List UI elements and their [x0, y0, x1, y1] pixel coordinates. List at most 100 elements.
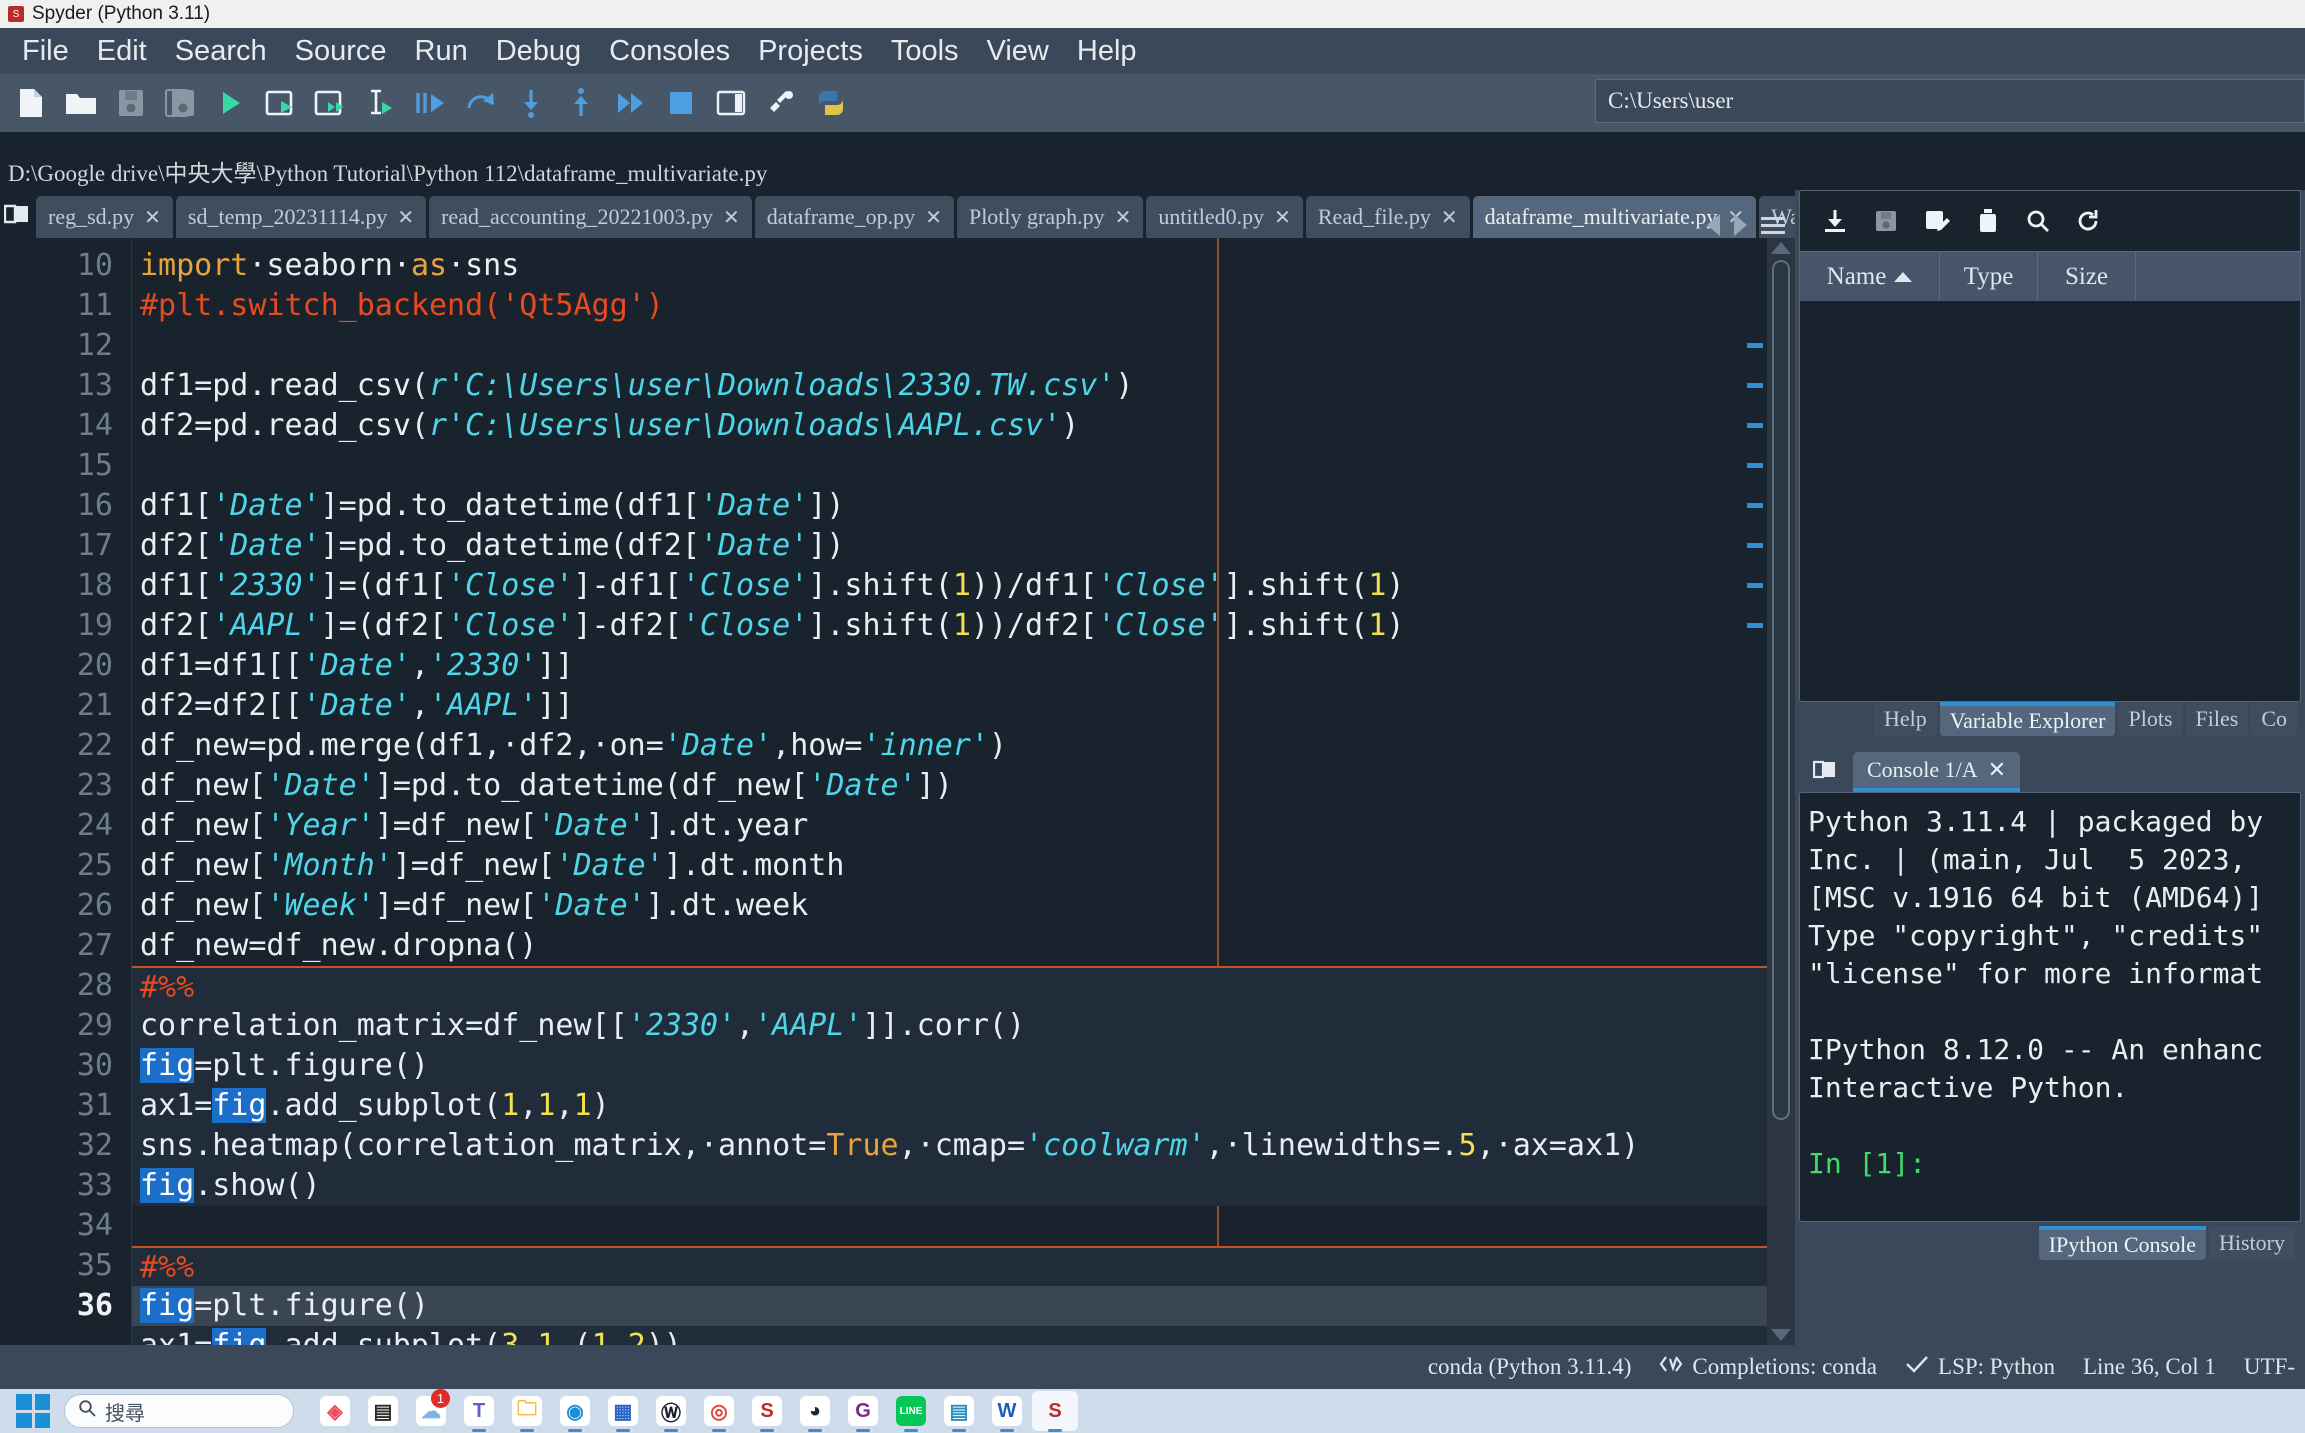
step-return-icon[interactable] — [558, 80, 604, 126]
code-line[interactable]: df1=pd.read_csv(r'C:\Users\user\Download… — [132, 366, 1795, 406]
code-line[interactable]: correlation_matrix=df_new[['2330','AAPL'… — [132, 1006, 1795, 1046]
code-line[interactable]: df_new['Month']=df_new['Date'].dt.month — [132, 846, 1795, 886]
menu-item-projects[interactable]: Projects — [744, 33, 877, 70]
code-content[interactable]: import·seaborn·as·sns #plt.switch_backend… — [132, 238, 1795, 1345]
file-stack-icon[interactable]: ▤ — [360, 1391, 406, 1431]
code-line[interactable]: df_new=df_new.dropna() — [132, 926, 1795, 966]
run-cell-advance-icon[interactable] — [308, 80, 354, 126]
debug-file-icon[interactable] — [408, 80, 454, 126]
editor-tab-read-file-py[interactable]: Read_file.py ✕ — [1305, 196, 1470, 238]
menu-item-view[interactable]: View — [973, 33, 1063, 70]
microsoft-designer-icon[interactable]: ◈ — [312, 1391, 358, 1431]
code-line[interactable]: df1['Date']=pd.to_datetime(df1['Date']) — [132, 486, 1795, 526]
close-icon[interactable]: ✕ — [397, 205, 414, 230]
close-icon[interactable]: ✕ — [925, 205, 942, 230]
steam-icon[interactable]: ◕ — [792, 1391, 838, 1432]
run-file-icon[interactable] — [208, 80, 254, 126]
wondershare-icon[interactable]: Ⓦ — [648, 1391, 694, 1432]
close-icon[interactable]: ✕ — [1988, 757, 2006, 783]
save-data-icon[interactable] — [1874, 209, 1898, 233]
code-line[interactable]: df_new['Week']=df_new['Date'].dt.week — [132, 886, 1795, 926]
column-header-name[interactable]: Name — [1800, 252, 1940, 301]
column-header-value[interactable] — [2136, 252, 2300, 301]
search-icon[interactable] — [2026, 209, 2050, 233]
browse-tabs-icon[interactable] — [4, 192, 30, 236]
pane-tab-files[interactable]: Files — [2185, 702, 2249, 736]
code-line[interactable]: sns.heatmap(correlation_matrix,·annot=Tr… — [132, 1126, 1795, 1166]
preferences-icon[interactable] — [758, 80, 804, 126]
new-file-icon[interactable] — [8, 80, 54, 126]
step-over-icon[interactable] — [458, 80, 504, 126]
run-cell-icon[interactable] — [258, 80, 304, 126]
file-explorer-icon[interactable]: 🗀 — [504, 1391, 550, 1432]
code-line[interactable]: df2=df2[['Date','AAPL']] — [132, 686, 1795, 726]
google-chrome-icon[interactable]: ◎ — [696, 1391, 742, 1432]
code-line[interactable]: df2['Date']=pd.to_datetime(df2['Date']) — [132, 526, 1795, 566]
code-line[interactable]: #%% — [132, 966, 1795, 1006]
close-icon[interactable]: ✕ — [1115, 205, 1132, 230]
tab-options-icon[interactable] — [1761, 216, 1785, 234]
remove-all-variables-icon[interactable] — [1976, 208, 2000, 234]
editor-tab-dataframe-op-py[interactable]: dataframe_op.py ✕ — [754, 196, 954, 238]
python-path-icon[interactable] — [808, 80, 854, 126]
console-pane-tab-history[interactable]: History — [2209, 1226, 2295, 1260]
code-line[interactable]: #%% — [132, 1246, 1795, 1286]
console-pane-tab-ipython-console[interactable]: IPython Console — [2038, 1226, 2206, 1260]
code-line[interactable]: df_new['Date']=pd.to_datetime(df_new['Da… — [132, 766, 1795, 806]
browse-consoles-icon[interactable] — [1805, 750, 1845, 790]
scroll-up-icon[interactable] — [1771, 242, 1791, 254]
editor-tab-sd-temp-20231114-py[interactable]: sd_temp_20231114.py ✕ — [175, 196, 427, 238]
code-line[interactable]: #plt.switch_backend('Qt5Agg') — [132, 286, 1795, 326]
editor-tab-read-accounting-20221003-py[interactable]: read_accounting_20221003.py ✕ — [429, 196, 752, 238]
step-into-icon[interactable] — [508, 80, 554, 126]
scroll-tabs-right-icon[interactable] — [1734, 214, 1747, 236]
save-data-as-icon[interactable] — [1924, 209, 1950, 233]
column-header-size[interactable]: Size — [2038, 252, 2136, 301]
spyder-active-icon[interactable]: S — [1032, 1391, 1078, 1432]
microsoft-word-icon[interactable]: W — [984, 1391, 1030, 1432]
panes-layout-icon[interactable] — [708, 80, 754, 126]
stop-debug-icon[interactable] — [658, 80, 704, 126]
close-icon[interactable]: ✕ — [144, 205, 161, 230]
microsoft-teams-icon[interactable]: T — [456, 1391, 502, 1432]
console-output[interactable]: Python 3.11.4 | packaged by Inc. | (main,… — [1799, 792, 2301, 1222]
import-data-icon[interactable] — [1822, 208, 1848, 234]
code-line[interactable]: df_new=pd.merge(df1,·df2,·on='Date',how=… — [132, 726, 1795, 766]
code-line[interactable]: fig.show() — [132, 1166, 1795, 1206]
code-line[interactable]: fig=plt.figure() — [132, 1286, 1795, 1326]
pane-tab-variable-explorer[interactable]: Variable Explorer — [1939, 702, 2116, 736]
code-line[interactable] — [132, 326, 1795, 366]
search-input[interactable]: 搜尋 — [64, 1394, 294, 1428]
menu-item-run[interactable]: Run — [401, 33, 482, 70]
open-file-icon[interactable] — [58, 80, 104, 126]
gpop-icon[interactable]: G — [840, 1391, 886, 1432]
pane-tab-co[interactable]: Co — [2251, 702, 2297, 736]
save-all-icon[interactable] — [158, 80, 204, 126]
menu-item-consoles[interactable]: Consoles — [595, 33, 744, 70]
close-icon[interactable]: ✕ — [1274, 205, 1291, 230]
continue-icon[interactable] — [608, 80, 654, 126]
editor-tab-reg-sd-py[interactable]: reg_sd.py ✕ — [36, 196, 173, 238]
close-icon[interactable]: ✕ — [1441, 205, 1458, 230]
code-line[interactable]: ax1=fig.add_subplot(3,1,(1,2)) — [132, 1326, 1795, 1345]
column-header-type[interactable]: Type — [1940, 252, 2038, 301]
windows-start-icon[interactable] — [16, 1394, 50, 1428]
pane-tab-help[interactable]: Help — [1873, 702, 1937, 736]
menu-item-help[interactable]: Help — [1063, 33, 1151, 70]
scroll-tabs-left-icon[interactable] — [1707, 214, 1720, 236]
editor-tab-plotly-graph-py[interactable]: Plotly graph.py ✕ — [956, 196, 1144, 238]
code-line[interactable]: df1=df1[['Date','2330']] — [132, 646, 1795, 686]
menu-item-file[interactable]: File — [8, 33, 83, 70]
menu-item-edit[interactable]: Edit — [83, 33, 161, 70]
line-icon[interactable]: LINE — [888, 1391, 934, 1432]
spyder-taskbar-icon[interactable]: S — [744, 1391, 790, 1432]
save-file-icon[interactable] — [108, 80, 154, 126]
code-line[interactable]: df1['2330']=(df1['Close']-df1['Close'].s… — [132, 566, 1795, 606]
pane-tab-plots[interactable]: Plots — [2118, 702, 2183, 736]
menu-item-debug[interactable]: Debug — [482, 33, 595, 70]
code-line[interactable] — [132, 446, 1795, 486]
code-line[interactable]: df2=pd.read_csv(r'C:\Users\user\Download… — [132, 406, 1795, 446]
code-line[interactable]: fig=plt.figure() — [132, 1046, 1795, 1086]
refresh-icon[interactable] — [2076, 209, 2100, 233]
editor-tab-untitled0-py[interactable]: untitled0.py ✕ — [1146, 196, 1303, 238]
